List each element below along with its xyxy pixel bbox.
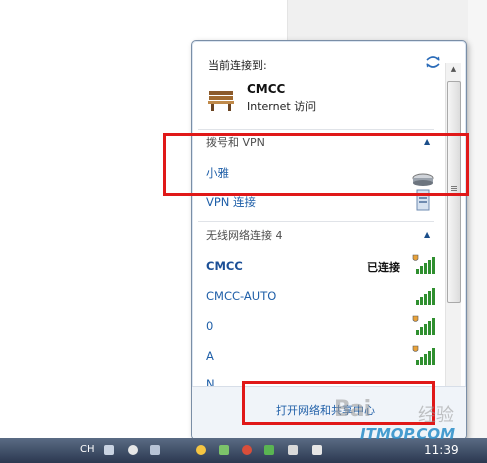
watermark-site: ITMOP.COM: [360, 425, 456, 443]
scroll-up-arrow-icon[interactable]: ▲: [446, 63, 461, 75]
penguin-icon[interactable]: [196, 445, 206, 455]
wifi-item-cmcc-auto[interactable]: CMCC-AUTO: [206, 289, 276, 303]
background-edge: [468, 0, 487, 463]
watermark-text: 经验: [418, 405, 454, 426]
divider: [198, 129, 434, 130]
wifi-signal-icon: [416, 288, 435, 305]
clock[interactable]: 11:39: [424, 443, 459, 457]
keyboard-icon[interactable]: [104, 445, 114, 455]
tray-app-icon[interactable]: [264, 445, 274, 455]
current-network-access: Internet 访问: [247, 100, 317, 113]
vpn-connection-item[interactable]: VPN 连接: [206, 194, 256, 210]
refresh-icon[interactable]: [424, 54, 442, 70]
wifi-item-cmcc[interactable]: CMCC: [206, 259, 243, 273]
vertical-scrollbar[interactable]: ▲ ▼: [445, 63, 461, 395]
volume-icon[interactable]: [312, 445, 322, 455]
wifi-item-a[interactable]: A: [206, 349, 214, 363]
collapse-chevron-icon[interactable]: ▲: [424, 137, 430, 146]
dialup-section-header[interactable]: 拨号和 VPN: [206, 134, 265, 150]
wifi-signal-secured-icon: [412, 345, 435, 365]
language-indicator[interactable]: CH: [80, 444, 95, 455]
network-icon[interactable]: [288, 445, 298, 455]
antivirus-icon[interactable]: [242, 445, 252, 455]
divider: [198, 221, 434, 222]
wifi-signal-secured-icon: [412, 254, 435, 274]
dialup-item-xiaoya[interactable]: 小雅: [206, 165, 229, 181]
current-network-name: CMCC: [247, 82, 286, 96]
tray-icon[interactable]: [150, 445, 160, 455]
watermark-logo: Bai: [334, 397, 371, 422]
modem-icon: [412, 173, 434, 186]
connected-status: 已连接: [367, 261, 400, 274]
connected-header: 当前连接到:: [208, 59, 267, 72]
wifi-signal-secured-icon: [412, 315, 435, 335]
collapse-chevron-icon[interactable]: ▲: [424, 230, 430, 239]
wifi-item-0[interactable]: 0: [206, 319, 213, 333]
scrollbar-grip: [451, 186, 457, 187]
public-network-bench-icon: [208, 91, 234, 111]
network-flyout: 当前连接到: CMCC Internet 访问 拨号和 VPN ▲ 小雅 VPN…: [191, 40, 467, 440]
tray-app-icon[interactable]: [219, 445, 229, 455]
wireless-section-header[interactable]: 无线网络连接 4: [206, 227, 283, 243]
vpn-server-icon: [416, 189, 430, 211]
scrollbar-thumb[interactable]: [447, 81, 461, 303]
settings-icon[interactable]: [128, 445, 138, 455]
